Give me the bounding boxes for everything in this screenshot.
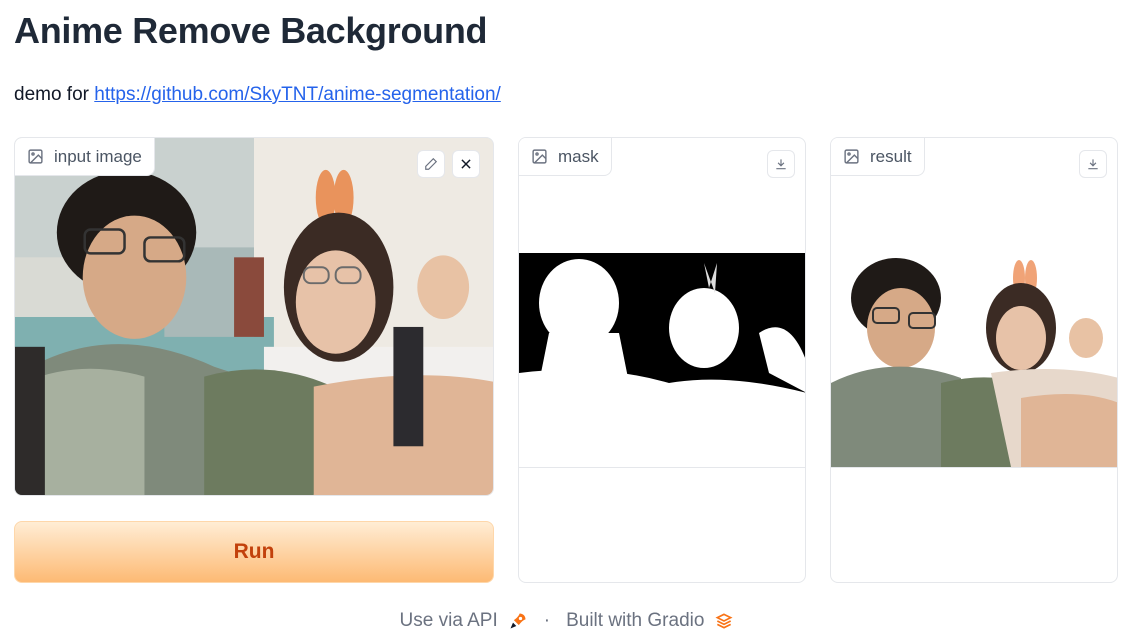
result-panel: result — [830, 137, 1118, 583]
input-image-label: input image — [15, 138, 155, 176]
use-via-api-link[interactable]: Use via API — [400, 610, 498, 632]
mask-download-button[interactable] — [767, 150, 795, 178]
rocket-icon — [510, 613, 526, 629]
mask-divider — [519, 467, 805, 468]
footer: Use via API · Built with Gradio — [0, 610, 1134, 632]
mask-label: mask — [519, 138, 612, 176]
input-image-panel[interactable]: input image — [14, 137, 494, 496]
close-icon — [461, 159, 471, 169]
description-prefix: demo for — [14, 84, 95, 105]
github-link[interactable]: https://github.com/SkyTNT/anime-segmenta… — [94, 84, 501, 105]
result-image — [831, 253, 1117, 467]
gradio-logo-icon — [715, 613, 733, 629]
clear-image-button[interactable] — [452, 150, 480, 178]
download-icon — [1088, 159, 1098, 170]
mask-panel: mask — [518, 137, 806, 583]
page-title: Anime Remove Background — [14, 10, 488, 51]
image-icon — [532, 149, 547, 164]
download-icon — [776, 159, 786, 170]
mask-label-text: mask — [558, 146, 599, 166]
result-label-text: result — [870, 146, 912, 166]
mask-image — [519, 253, 805, 467]
result-photo — [831, 253, 1117, 467]
input-image-label-text: input image — [54, 146, 142, 166]
image-icon — [28, 149, 43, 164]
image-icon — [844, 149, 859, 164]
edit-image-button[interactable] — [417, 150, 445, 178]
input-photo — [15, 138, 493, 495]
built-with-gradio-link[interactable]: Built with Gradio — [566, 610, 704, 632]
result-divider — [831, 467, 1117, 468]
page-description: demo for https://github.com/SkyTNT/anime… — [14, 84, 501, 106]
pencil-icon — [425, 157, 438, 170]
run-button[interactable]: Run — [14, 521, 494, 583]
result-label: result — [831, 138, 925, 176]
footer-separator: · — [543, 610, 551, 631]
mask-silhouette — [519, 253, 805, 467]
result-download-button[interactable] — [1079, 150, 1107, 178]
